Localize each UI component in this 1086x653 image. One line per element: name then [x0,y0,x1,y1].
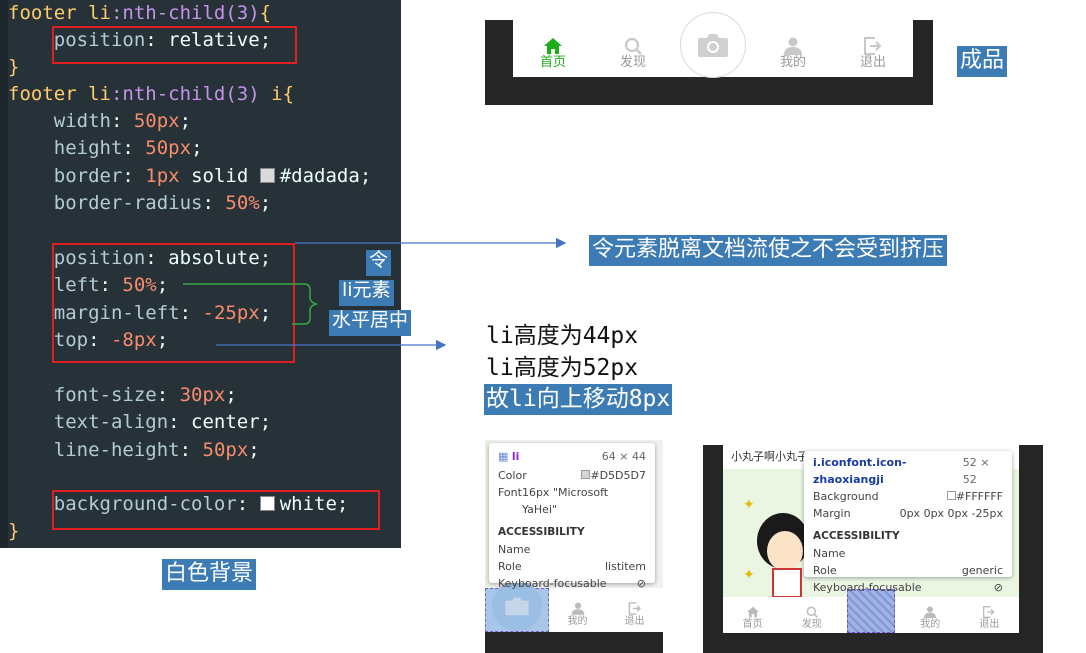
code-line-border: border: 1px solid #dadada; [53,165,372,187]
highlight-relative [52,26,297,64]
tab-logout[interactable]: 退出 [833,20,913,77]
tab-bar: 首页 发现 我的 退出 [723,589,1019,633]
label-center-1: 令 [366,249,392,276]
tab-mine[interactable]: 我的 [901,597,960,633]
logout-icon [864,37,882,55]
highlight-background [52,490,380,530]
grid-icon: ▦ [498,450,509,463]
code-line-3: } [8,56,20,78]
code-line-radius: border-radius: 50%; [53,192,272,214]
highlight-absolute-block [52,243,295,363]
tab-mine[interactable]: 我的 [549,588,606,632]
tab-home[interactable]: 首页 [723,597,782,633]
home-icon [544,38,562,54]
search-icon [806,606,818,618]
label-center-2: li元素 [339,279,394,306]
tab-discover[interactable]: 发现 [782,597,841,633]
label-white-bg: 白色背景 [162,559,257,590]
camera-icon [505,597,529,616]
code-line-4: footer li:nth-child(3) i{ [8,83,295,105]
highlighted-li[interactable] [485,581,549,632]
label-li-height-1: li高度为44px [486,323,639,349]
devtools-preview-li: 我的 退出 ▦ li 64 × 44 Color #D5D5D7 Font 16px… [485,440,663,653]
devtools-tooltip-icon: i.iconfont.icon-zhaoxiangji 52 × 52 Back… [804,451,1012,594]
code-line-height: height: 50px; [53,137,203,159]
search-icon [624,37,642,55]
devtools-tooltip-li: ▦ li 64 × 44 Color #D5D5D7 Font 16px "Micr… [489,443,655,590]
not-focusable-icon: ⊘ [993,581,1003,594]
color-swatch [946,491,956,500]
user-icon [924,606,937,618]
logout-icon [983,606,996,618]
code-line-lineheight: line-height: 50px; [53,439,260,461]
user-icon [784,37,802,55]
devtools-preview-icon: 小丸子啊小丸子 ✦ ✦ ✦ 首页 发现 我的 退出 [703,445,1043,653]
camera-icon [698,34,728,57]
home-icon [746,606,759,618]
tab-camera[interactable] [673,12,753,78]
user-icon [571,602,584,615]
code-line-fontsize: font-size: 30px; [53,384,237,406]
editor-gutter [0,0,8,548]
tab-discover[interactable]: 发现 [593,20,673,77]
tab-logout[interactable]: 退出 [960,597,1019,633]
label-li-height-2: li高度为52px [486,355,639,381]
camera-circle[interactable] [680,12,746,78]
tab-home[interactable]: 首页 [513,20,593,77]
logout-icon [628,602,641,615]
label-finished: 成品 [957,46,1008,77]
tab-camera[interactable] [841,589,900,633]
svg-text:✦: ✦ [743,497,755,513]
finished-preview: 首页 发现 我的 退出 [485,12,933,105]
code-line-close: } [8,520,20,542]
code-editor-panel: footer li:nth-child(3){ position: relati… [0,0,401,548]
tab-bar: 首页 发现 我的 退出 [513,12,913,78]
code-line-1: footer li:nth-child(3){ [8,2,272,24]
code-line-align: text-align: center; [53,411,272,433]
code-line-width: width: 50px; [53,110,192,132]
not-focusable-icon: ⊘ [636,577,646,590]
label-center-3: 水平居中 [329,309,412,336]
color-swatch [259,168,275,183]
tab-logout[interactable]: 退出 [606,588,663,632]
svg-text:✦: ✦ [743,567,755,583]
tab-bar: 我的 退出 [485,581,663,632]
label-detach: 令元素脱离文档流使之不会受到挤压 [589,235,948,266]
label-li-move: 故li向上移动8px [484,384,673,415]
tab-mine[interactable]: 我的 [753,20,833,77]
